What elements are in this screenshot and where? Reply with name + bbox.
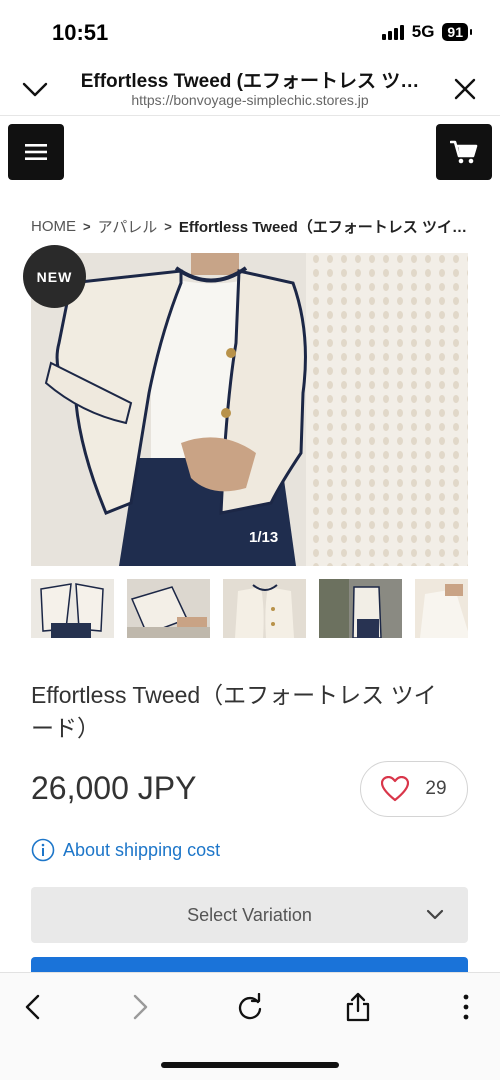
product-price: 26,000 JPY <box>31 770 197 806</box>
more-icon[interactable] <box>448 989 484 1025</box>
network-label: 5G <box>411 22 435 41</box>
chevron-right-icon: > <box>83 219 91 234</box>
home-indicator <box>161 1062 339 1068</box>
new-badge: NEW <box>23 245 86 308</box>
breadcrumb-current: Effortless Tweed（エフォートレス ツイ… <box>178 219 467 236</box>
signal-icon <box>381 24 404 40</box>
chevron-down-icon <box>426 909 444 920</box>
status-indicators: 5G 91 <box>381 22 472 42</box>
breadcrumb-category[interactable]: アパレル <box>98 216 158 237</box>
cart-icon <box>450 140 478 164</box>
page-title: Effortless Tweed (エフォートレス ツ… <box>80 71 420 92</box>
thumbnail[interactable] <box>223 579 306 638</box>
hamburger-menu-icon <box>25 144 47 160</box>
close-icon[interactable] <box>448 72 482 106</box>
thumbnail[interactable] <box>415 579 468 638</box>
browser-header: Effortless Tweed (エフォートレス ツ… https://bon… <box>0 58 500 116</box>
battery-icon: 91 <box>442 23 472 41</box>
breadcrumb: HOME > アパレル > Effortless Tweed（エフォートレス ツ… <box>31 216 471 237</box>
shipping-cost-link[interactable]: About shipping cost <box>31 838 220 862</box>
thumbnail[interactable] <box>31 579 114 638</box>
product-title: Effortless Tweed（エフォートレス ツイード） <box>31 682 437 741</box>
status-time: 10:51 <box>52 20 109 45</box>
collapse-chevron-icon[interactable] <box>18 72 52 106</box>
page-url: https://bonvoyage-simplechic.stores.jp <box>131 92 369 108</box>
cart-button[interactable] <box>436 124 492 180</box>
menu-button[interactable] <box>8 124 64 180</box>
back-icon[interactable] <box>15 989 51 1025</box>
forward-icon[interactable] <box>122 989 158 1025</box>
reload-icon[interactable] <box>232 989 268 1025</box>
favorite-count: 29 <box>425 778 447 799</box>
variation-label: Select Variation <box>187 904 312 925</box>
share-icon[interactable] <box>340 989 376 1025</box>
chevron-right-icon: > <box>164 219 172 234</box>
thumbnail-strip <box>31 579 468 638</box>
breadcrumb-home[interactable]: HOME <box>31 218 76 235</box>
shipping-link-label: About shipping cost <box>63 839 221 860</box>
status-bar: 10:51 5G 91 <box>0 0 500 58</box>
variation-select[interactable]: Select Variation <box>31 887 468 943</box>
favorite-button[interactable]: 29 <box>360 761 468 817</box>
image-counter: 1/13 <box>249 529 279 546</box>
thumbnail[interactable] <box>319 579 402 638</box>
product-main-image[interactable]: 1/13 <box>31 253 468 566</box>
heart-icon <box>381 776 410 802</box>
product-photo <box>31 253 468 566</box>
info-icon <box>31 838 55 862</box>
thumbnail[interactable] <box>127 579 210 638</box>
